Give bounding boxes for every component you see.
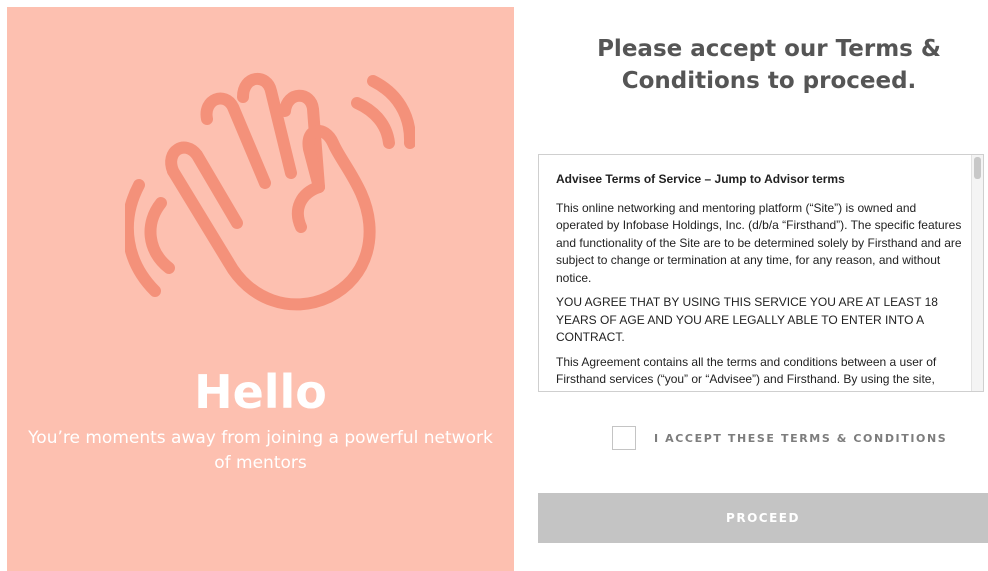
accept-terms-label[interactable]: I ACCEPT THESE TERMS & CONDITIONS — [654, 432, 947, 445]
terms-scroll-box[interactable]: Advisee Terms of Service – Jump to Advis… — [538, 154, 984, 392]
terms-content: Advisee Terms of Service – Jump to Advis… — [539, 155, 983, 389]
accept-terms-checkbox[interactable] — [612, 426, 636, 450]
scrollbar-thumb[interactable] — [974, 157, 981, 179]
welcome-panel: Hello You’re moments away from joining a… — [7, 7, 514, 571]
terms-title: Advisee Terms of Service – Jump to Advis… — [556, 172, 845, 186]
terms-paragraph: YOU AGREE THAT BY USING THIS SERVICE YOU… — [556, 295, 938, 344]
waving-hand-icon — [125, 72, 415, 311]
terms-heading: Please accept our Terms & Conditions to … — [597, 36, 941, 94]
proceed-button[interactable]: PROCEED — [538, 493, 988, 543]
terms-page: Hello You’re moments away from joining a… — [0, 0, 988, 571]
terms-paragraph: This Agreement contains all the terms an… — [556, 354, 937, 387]
hello-title: Hello — [194, 365, 327, 419]
terms-scrollbar[interactable] — [971, 155, 983, 391]
terms-paragraph: This online networking and mentoring pla… — [556, 200, 962, 285]
accept-terms-row[interactable]: I ACCEPT THESE TERMS & CONDITIONS — [612, 424, 947, 452]
welcome-subtitle: You’re moments away from joining a power… — [28, 428, 493, 473]
